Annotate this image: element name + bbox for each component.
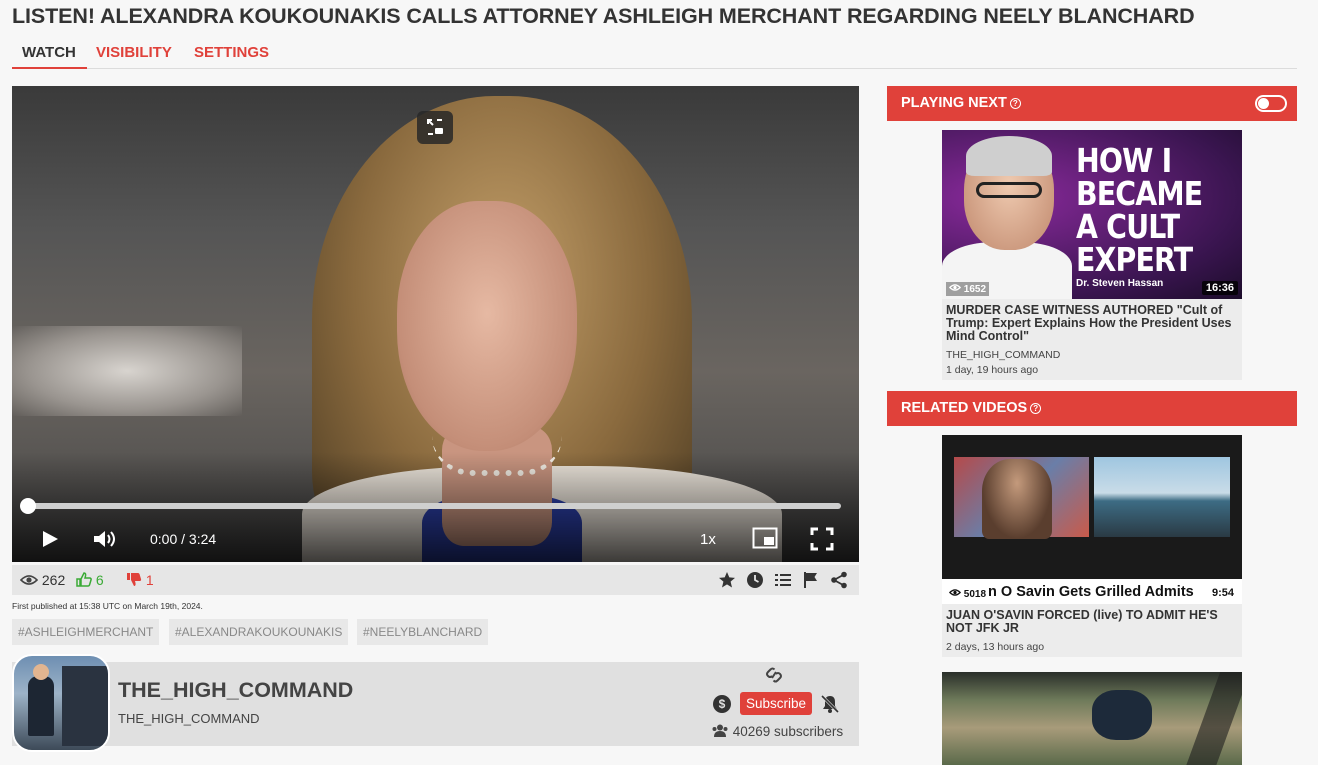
notification-off-bell-icon[interactable] (820, 694, 840, 714)
star-icon[interactable] (718, 571, 736, 589)
tag-ashleighmerchant[interactable]: #ASHLEIGHMERCHANT (12, 619, 160, 645)
related-videos-header: RELATED VIDEOS? (887, 391, 1297, 426)
fullscreen-icon[interactable] (810, 527, 834, 551)
play-button[interactable] (40, 529, 60, 549)
progress-bar[interactable] (20, 498, 841, 514)
playback-speed-button[interactable]: 1x (700, 531, 716, 548)
related-video-card[interactable] (942, 672, 1242, 765)
volume-icon[interactable] (92, 529, 120, 549)
video-thumbnail[interactable]: HOW I BECAME A CULT EXPERT Dr. Steven Ha… (942, 130, 1242, 299)
eye-icon (948, 589, 962, 596)
tab-watch[interactable]: WATCH (22, 44, 76, 61)
video-age: 2 days, 13 hours ago (946, 641, 1045, 653)
link-icon[interactable] (764, 666, 784, 684)
tag-alexandrakoukounakis[interactable]: #ALEXANDRAKOUKOUNAKIS (169, 619, 349, 645)
page-title: LISTEN! ALEXANDRA KOUKOUNAKIS CALLS ATTO… (12, 4, 1195, 28)
help-icon[interactable]: ? (1030, 403, 1042, 414)
clock-icon[interactable] (746, 571, 764, 589)
video-stats-bar: 262 6 1 (12, 565, 859, 595)
eye-icon (948, 284, 962, 291)
dislike-button[interactable]: 1 (126, 572, 154, 588)
share-icon[interactable] (830, 571, 848, 589)
channel-name[interactable]: THE_HIGH_COMMAND (118, 678, 353, 703)
tip-dollar-icon[interactable]: $ (713, 695, 731, 713)
thumbnail-text: n O Savin Gets Grilled Admits (988, 584, 1194, 600)
duration: 3:24 (188, 531, 217, 547)
video-age: 1 day, 19 hours ago (946, 364, 1039, 376)
thumbs-up-icon (76, 572, 92, 587)
video-channel[interactable]: THE_HIGH_COMMAND (946, 349, 1060, 361)
video-title[interactable]: JUAN O'SAVIN FORCED (live) TO ADMIT HE'S… (946, 609, 1238, 635)
exit-pip-icon[interactable] (417, 111, 453, 144)
thumbnail-view-count: 1652 (946, 282, 990, 296)
thumbnail-text: HOW I BECAME A CULT EXPERT (1076, 141, 1203, 279)
playing-next-card[interactable]: HOW I BECAME A CULT EXPERT Dr. Steven Ha… (942, 130, 1242, 380)
tab-visibility[interactable]: VISIBILITY (96, 44, 172, 61)
time-display: 0:00 / 3:24 (150, 531, 217, 547)
miniplayer-icon[interactable] (752, 527, 778, 549)
users-icon (712, 724, 728, 737)
progress-scrubber[interactable] (20, 498, 36, 514)
channel-avatar[interactable] (12, 654, 110, 752)
channel-handle[interactable]: THE_HIGH_COMMAND (118, 711, 260, 726)
tag-neelyblanchard[interactable]: #NEELYBLANCHARD (357, 619, 489, 645)
thumbnail-duration: 9:54 (1211, 587, 1234, 599)
like-button[interactable]: 6 (76, 572, 104, 588)
subscriber-count: 40269 subscribers (711, 724, 843, 739)
autoplay-toggle[interactable] (1255, 95, 1287, 112)
active-tab-underline (12, 67, 87, 69)
channel-card: THE_HIGH_COMMAND THE_HIGH_COMMAND $ Subs… (12, 654, 859, 752)
thumbs-down-icon (127, 573, 142, 586)
thumbnail-view-count: 5018 (946, 587, 989, 601)
eye-icon (19, 575, 39, 585)
video-page: LISTEN! ALEXANDRA KOUKOUNAKIS CALLS ATTO… (0, 0, 1318, 765)
video-player[interactable]: 0:00 / 3:24 1x (12, 86, 859, 562)
subscribe-button[interactable]: Subscribe (740, 692, 812, 715)
flag-icon[interactable] (802, 571, 820, 589)
video-title[interactable]: MURDER CASE WITNESS AUTHORED "Cult of Tr… (946, 304, 1238, 343)
tab-bar: WATCH VISIBILITY SETTINGS (12, 36, 1297, 69)
video-thumbnail[interactable] (942, 672, 1242, 765)
help-icon[interactable]: ? (1009, 98, 1021, 109)
view-count: 262 (19, 572, 65, 588)
tab-settings[interactable]: SETTINGS (194, 44, 269, 61)
current-time: 0:00 (150, 531, 178, 547)
related-video-card[interactable]: n O Savin Gets Grilled Admits 5018 9:54 … (942, 435, 1242, 657)
list-icon[interactable] (774, 571, 792, 589)
thumbnail-duration: 16:36 (1201, 281, 1238, 295)
video-thumbnail[interactable]: n O Savin Gets Grilled Admits 5018 9:54 (942, 435, 1242, 604)
playing-next-header: PLAYING NEXT? (887, 86, 1297, 121)
published-date: First published at 15:38 UTC on March 19… (12, 601, 203, 611)
